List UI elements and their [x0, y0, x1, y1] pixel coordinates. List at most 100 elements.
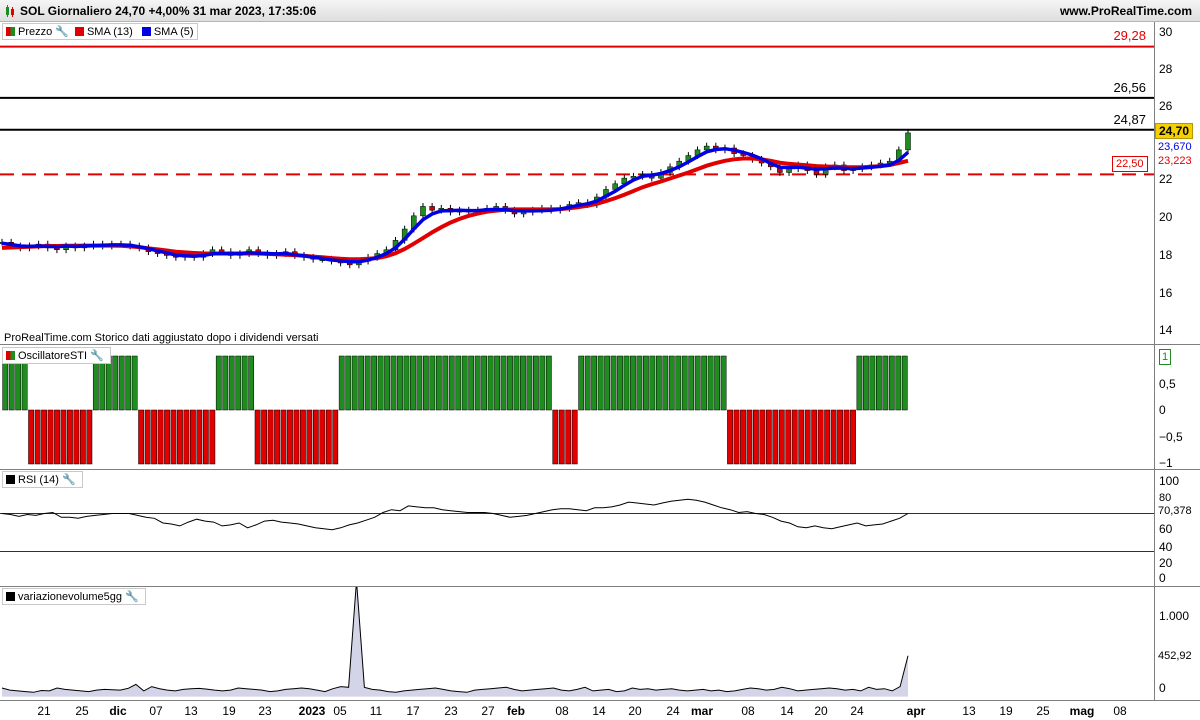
- price-candle: [703, 145, 710, 151]
- oscillator-bar: [630, 355, 636, 411]
- wrench-icon[interactable]: 🔧: [90, 349, 104, 362]
- rsi-panel[interactable]: RSI (14) 🔧: [0, 470, 1154, 587]
- x-tick: feb: [507, 704, 525, 718]
- oscillator-bar: [371, 355, 377, 411]
- site-link[interactable]: www.ProRealTime.com: [1060, 4, 1192, 18]
- oscillator-bar: [778, 409, 785, 465]
- y-tick: 0: [1159, 571, 1166, 585]
- oscillator-bar: [67, 409, 73, 465]
- x-tick: 08: [741, 704, 755, 718]
- wrench-icon[interactable]: 🔧: [62, 473, 76, 486]
- oscillator-bar: [533, 355, 539, 411]
- oscillator-bar: [474, 355, 481, 411]
- oscillator-axis[interactable]: 1 0,5 0 −0,5 −1: [1154, 345, 1200, 470]
- x-tick: 20: [814, 704, 828, 718]
- oscillator-bar: [875, 355, 882, 411]
- sma13-value-tag: 23,223: [1155, 154, 1195, 168]
- level-label-29: 29,28: [1113, 28, 1146, 43]
- x-tick: 24: [666, 704, 680, 718]
- oscillator-bar: [306, 409, 313, 465]
- oscillator-bar: [80, 409, 86, 465]
- oscillator-bar: [300, 409, 306, 465]
- oscillator-bar: [507, 355, 513, 411]
- oscillator-bar: [668, 355, 675, 411]
- oscillator-bar: [164, 409, 170, 465]
- y-tick: 20: [1159, 556, 1173, 570]
- oscillator-bar: [254, 409, 261, 465]
- x-tick: 13: [962, 704, 976, 718]
- oscillator-bar: [565, 409, 572, 465]
- oscillator-bar: [545, 355, 552, 411]
- oscillator-bar: [60, 409, 67, 465]
- oscillator-bar: [571, 409, 578, 465]
- wrench-icon[interactable]: 🔧: [125, 590, 139, 603]
- x-tick: dic: [109, 704, 127, 718]
- rsi-axis[interactable]: 100 80 60 40 20 0 70,378: [1154, 470, 1200, 587]
- oscillator-bar: [610, 355, 617, 411]
- oscillator-bar: [21, 355, 28, 411]
- oscillator-bar: [99, 355, 106, 411]
- y-tick: 20: [1159, 210, 1173, 224]
- volume-chart: [1, 587, 909, 697]
- volume-panel[interactable]: variazionevolume5gg 🔧: [0, 587, 1154, 700]
- y-tick: 16: [1159, 286, 1173, 300]
- oscillator-bar: [830, 409, 837, 465]
- oscillator-bar: [843, 409, 850, 465]
- price-chart: [0, 45, 1154, 269]
- oscillator-bar: [707, 355, 714, 411]
- x-tick: 20: [628, 704, 642, 718]
- x-tick: 17: [406, 704, 420, 718]
- oscillator-bar: [319, 409, 326, 465]
- oscillator-panel[interactable]: OscillatoreSTI 🔧: [0, 345, 1154, 470]
- level-label-26: 26,56: [1113, 80, 1146, 95]
- legend-rsi: RSI (14): [18, 473, 59, 486]
- volume-value-tag: 452,92: [1155, 649, 1195, 663]
- oscillator-bar: [235, 355, 242, 411]
- oscillator-bar: [325, 409, 332, 465]
- x-tick: 27: [481, 704, 495, 718]
- legend-volume: variazionevolume5gg: [18, 590, 122, 603]
- volume-axis[interactable]: 1.000 452,92 0: [1154, 587, 1200, 700]
- oscillator-chart: [2, 355, 908, 465]
- oscillator-bar: [740, 409, 746, 465]
- y-tick: 60: [1159, 522, 1173, 536]
- oscillator-bar: [863, 355, 869, 411]
- sma13-swatch-icon: [74, 27, 84, 36]
- oscillator-bar: [92, 355, 99, 411]
- oscillator-bar: [720, 355, 727, 411]
- x-tick: 23: [444, 704, 458, 718]
- history-note: ProRealTime.com Storico dati aggiustato …: [4, 332, 319, 344]
- x-tick: 14: [780, 704, 794, 718]
- price-axis[interactable]: 30 28 26 22 20 18 16 14 24,70 23,670 23,…: [1154, 22, 1200, 345]
- oscillator-bar: [125, 355, 132, 411]
- oscillator-bar: [73, 409, 80, 465]
- y-tick: 0,5: [1159, 377, 1176, 391]
- wrench-icon[interactable]: 🔧: [55, 25, 69, 38]
- y-tick: 1.000: [1159, 609, 1190, 623]
- oscillator-bar: [681, 355, 688, 411]
- oscillator-bar: [435, 355, 442, 411]
- x-tick: mag: [1069, 704, 1095, 718]
- price-swatch-icon: [6, 27, 15, 36]
- oscillator-bar: [47, 409, 54, 465]
- oscillator-bar: [2, 355, 9, 411]
- oscillator-bar: [662, 355, 669, 411]
- y-tick: −0,5: [1159, 430, 1183, 444]
- y-tick: 0: [1159, 681, 1166, 695]
- oscillator-bar: [429, 355, 436, 411]
- legend-sma5: SMA (5): [153, 25, 194, 38]
- y-tick: 28: [1159, 62, 1173, 76]
- oscillator-bar: [377, 355, 384, 411]
- price-candle: [218, 249, 225, 252]
- oscillator-bar: [727, 409, 733, 465]
- oscillator-bar: [287, 409, 293, 465]
- rsi-value-tag: 70,378: [1155, 504, 1195, 518]
- oscillator-bar: [15, 355, 22, 411]
- y-tick: 80: [1159, 492, 1172, 504]
- oscillator-bar: [604, 355, 610, 411]
- price-panel[interactable]: Prezzo 🔧 SMA (13) SMA (5) 29,28 26,56 24…: [0, 22, 1154, 345]
- oscillator-bar: [850, 409, 856, 465]
- x-axis[interactable]: 21 25 dic 07 13 19 23 2023 05 11 17 23 27 feb 08 14 20 24…: [0, 700, 1200, 720]
- support-level-tag: 22,50: [1112, 156, 1148, 172]
- oscillator-bar: [345, 355, 352, 411]
